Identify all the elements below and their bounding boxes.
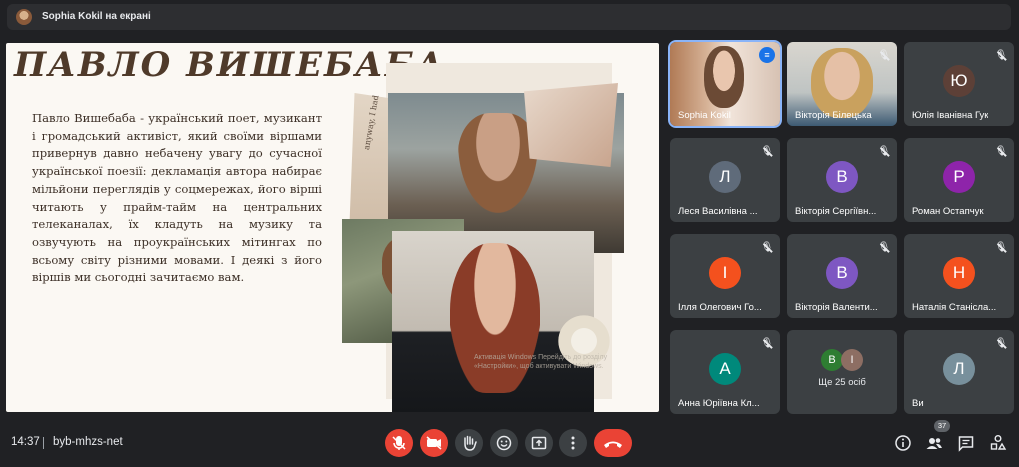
participant-avatar: В	[821, 349, 843, 371]
top-bar: Sophia Kokil на екрані	[0, 0, 1019, 34]
hangup-icon	[604, 441, 622, 448]
mic-off-icon: 🎙	[994, 338, 1008, 349]
participant-avatar: Л	[709, 161, 741, 193]
participant-avatar: І	[709, 257, 741, 289]
mic-off-icon: 🎙	[760, 242, 774, 253]
participant-tile-anna[interactable]: А 🎙 Анна Юріївна Кл...	[670, 330, 780, 414]
participant-name: Sophia Kokil	[678, 110, 731, 121]
participant-name: Анна Юріївна Кл...	[678, 398, 760, 409]
participant-tile-lesya[interactable]: Л 🎙 Леся Василівна ...	[670, 138, 780, 222]
raise-hand-button[interactable]	[455, 429, 483, 457]
leave-call-button[interactable]	[594, 429, 632, 457]
mic-off-icon: 🎙	[994, 146, 1008, 157]
participant-tile-self[interactable]: Л 🎙 Ви	[904, 330, 1014, 414]
chat-button[interactable]	[956, 433, 976, 453]
participant-video-person	[704, 46, 744, 108]
more-options-icon	[571, 436, 575, 450]
participant-tile-viktoriya-s[interactable]: В 🎙 Вікторія Сергіївн...	[787, 138, 897, 222]
windows-watermark: Активація Windows Перейдіть до розділу «…	[474, 354, 608, 370]
participants-count-badge: 37	[934, 420, 950, 432]
mic-off-icon: 🎙	[760, 338, 774, 349]
collage-photo-torn	[524, 83, 618, 167]
participant-tile-viktoriya-b[interactable]: 🎙 Вікторія Білецька	[787, 42, 897, 126]
participant-name: Юлія Іванівна Гук	[912, 110, 989, 121]
participant-avatar: А	[709, 353, 741, 385]
participant-name: Вікторія Сергіївн...	[795, 206, 877, 217]
mic-off-icon	[392, 436, 406, 450]
shared-slide: ПАВЛО ВИШЕБАБА Павло Вишебаба - українсь…	[6, 43, 659, 412]
participant-avatar: І	[841, 349, 863, 371]
camera-off-icon	[426, 436, 442, 450]
mic-off-icon: 🎙	[760, 146, 774, 157]
mic-off-icon: 🎙	[877, 50, 891, 61]
participant-avatar: Л	[943, 353, 975, 385]
more-participants-tile[interactable]: В І Ще 25 осіб	[787, 330, 897, 414]
participant-name: Вікторія Білецька	[795, 110, 872, 121]
participant-tile-yuliya[interactable]: Ю 🎙 Юлія Іванівна Гук	[904, 42, 1014, 126]
chat-icon	[958, 436, 974, 452]
participant-video-person	[811, 48, 873, 118]
more-participants-label: Ще 25 осіб	[818, 377, 866, 388]
presenter-banner[interactable]	[7, 4, 1011, 30]
participant-tile-viktoriya-v[interactable]: В 🎙 Вікторія Валенти...	[787, 234, 897, 318]
participant-name: Роман Остапчук	[912, 206, 984, 217]
meeting-code: byb-mhzs-net	[53, 436, 123, 448]
participant-name: Вікторія Валенти...	[795, 302, 878, 313]
present-icon	[531, 436, 547, 450]
speaking-indicator-icon: ≡	[759, 47, 775, 63]
activities-icon	[990, 435, 1007, 450]
mic-off-icon: 🎙	[994, 50, 1008, 61]
divider	[43, 437, 44, 449]
activities-button[interactable]	[988, 433, 1008, 453]
participant-avatar: Ю	[943, 65, 975, 97]
meeting-time: 14:37	[11, 436, 40, 448]
info-icon	[895, 435, 911, 451]
camera-toggle-button[interactable]	[420, 429, 448, 457]
more-participants-avatars: В І	[821, 349, 865, 371]
slide-title: ПАВЛО ВИШЕБАБА	[14, 45, 446, 85]
presenter-avatar	[16, 9, 32, 25]
raise-hand-icon	[464, 435, 477, 451]
participant-name: Ілля Олегович Го...	[678, 302, 762, 313]
participant-name: Леся Василівна ...	[678, 206, 758, 217]
participant-avatar: Н	[943, 257, 975, 289]
mic-off-icon: 🎙	[994, 242, 1008, 253]
presenter-text: Sophia Kokil на екрані	[42, 11, 151, 22]
people-icon	[926, 438, 942, 449]
bottom-bar: 14:37 byb-mhzs-net	[0, 420, 1019, 463]
slide-body: Павло Вишебаба - український поет, музик…	[32, 111, 322, 285]
participant-tile-roman[interactable]: Р 🎙 Роман Остапчук	[904, 138, 1014, 222]
participant-tile-nataliya[interactable]: Н 🎙 Наталія Станісла...	[904, 234, 1014, 318]
people-button[interactable]	[924, 433, 944, 453]
emoji-button[interactable]	[490, 429, 518, 457]
mic-off-icon: 🎙	[877, 146, 891, 157]
participant-avatar: В	[826, 257, 858, 289]
participant-name: Ви	[912, 398, 924, 409]
present-button[interactable]	[525, 429, 553, 457]
mic-toggle-button[interactable]	[385, 429, 413, 457]
mic-off-icon: 🎙	[877, 242, 891, 253]
participant-name: Наталія Станісла...	[912, 302, 997, 313]
participant-avatar: Р	[943, 161, 975, 193]
meeting-details-button[interactable]	[893, 433, 913, 453]
participant-tile-sophia[interactable]: ≡ Sophia Kokil	[668, 40, 782, 128]
more-options-button[interactable]	[559, 429, 587, 457]
participant-avatar: В	[826, 161, 858, 193]
clock: 14:37	[11, 436, 40, 448]
emoji-icon	[496, 435, 512, 451]
participant-tile-illya[interactable]: І 🎙 Ілля Олегович Го...	[670, 234, 780, 318]
